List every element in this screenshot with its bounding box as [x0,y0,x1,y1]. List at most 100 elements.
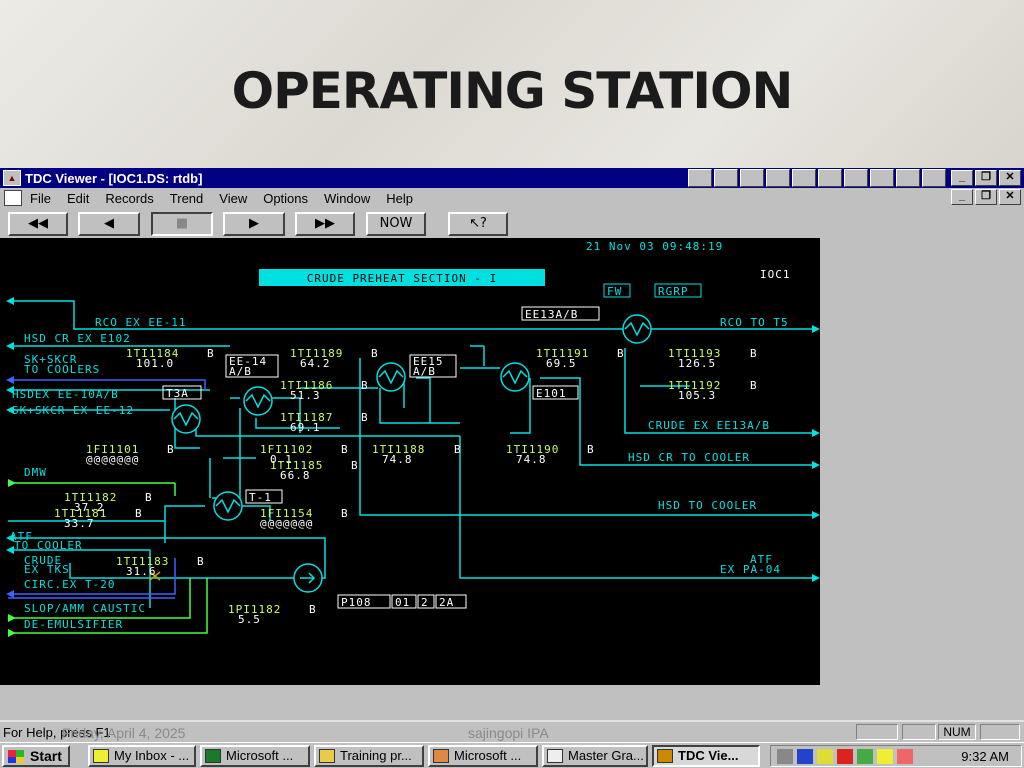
powerpoint-icon [433,749,449,763]
exchanger-t3a-icon [171,404,201,434]
doc-restore-button[interactable]: ❐ [975,189,997,205]
menu-view[interactable]: View [219,191,247,206]
task-powerpoint[interactable]: Microsoft ... [428,745,538,767]
note-icon[interactable] [877,749,893,764]
smiley-icon[interactable] [897,749,913,764]
calendar-icon[interactable] [870,169,894,187]
fw-button[interactable]: FW [607,285,622,298]
clock: 9:32 AM [961,749,1009,764]
now-button[interactable]: NOW [366,212,426,236]
folder-icon [319,749,335,763]
rgrp-button[interactable]: RGRP [658,285,689,298]
tag-mode: B [197,555,205,568]
task-excel[interactable]: Microsoft ... [200,745,310,767]
media-icon[interactable] [797,749,813,764]
help-cursor-button[interactable]: ↖? [448,212,508,236]
speaker-icon[interactable] [777,749,793,764]
stream-label: HSD CR EX E102 [24,332,131,345]
task-tdc-viewer[interactable]: TDC Vie... [652,745,760,767]
schematic-title: CRUDE PREHEAT SECTION - I [307,272,498,285]
pump-01-button[interactable]: 01 [395,596,410,609]
tag-value: @@@@@@@ [86,453,139,466]
stream-label: DE-EMULSIFIER [24,618,123,631]
play-button[interactable]: ▶ [223,212,285,236]
stream-label: HSDEX EE-10A/B [12,388,119,401]
exchanger-ee14-icon [243,386,273,416]
status-cell [856,724,898,740]
e101-button[interactable]: E101 [536,387,567,400]
n-icon[interactable] [837,749,853,764]
rewind-button[interactable]: ◀ [78,212,140,236]
window-titlebar[interactable]: ▲ TDC Viewer - [IOC1.DS: rtdb] _ ❐ ✕ [0,168,1024,188]
book-icon[interactable] [922,169,946,187]
status-cell [980,724,1020,740]
office-toolbar [688,169,946,187]
menu-edit[interactable]: Edit [67,191,89,206]
document-icon[interactable] [4,190,22,206]
restore-button[interactable]: ❐ [975,170,997,186]
display-icon[interactable] [896,169,920,187]
fast-forward-button[interactable]: ▶▶ [295,212,355,236]
network-icon[interactable] [857,749,873,764]
svg-text:A/B: A/B [229,365,252,378]
tag-readouts: 1TI1184 B 101.0 1TI1189 B 64.2 1TI1191 B… [54,347,758,626]
process-schematic: CRUDE PREHEAT SECTION - I 21 Nov 03 09:4… [0,238,820,685]
close-button[interactable]: ✕ [999,170,1021,186]
task-master[interactable]: Master Gra... [542,745,648,767]
menu-options[interactable]: Options [263,191,308,206]
menu-trend[interactable]: Trend [170,191,203,206]
stream-label: EX PA-04 [720,563,781,576]
tag-value: 69.1 [290,421,321,434]
stream-labels: RCO EX EE-11 HSD CR EX E102 SK+SKCR TO C… [10,316,789,631]
schematic-buttons: FW RGRP EE13A/B T3A E101 T-1 EE-14 A/B E… [162,283,702,609]
num-lock-indicator: NUM [938,724,976,740]
tag-mode: B [361,411,369,424]
slide-footer-date: Friday, April 4, 2025 [62,725,186,741]
svg-text:A/B: A/B [413,365,436,378]
word-icon[interactable] [714,169,738,187]
pump-2a-button[interactable]: 2A [439,596,454,609]
stream-label: RCO TO T5 [720,316,789,329]
ee13ab-button[interactable]: EE13A/B [525,308,578,321]
tag-mode: B [750,347,758,360]
exchanger-e101-icon [500,362,530,392]
doc-close-button[interactable]: ✕ [999,189,1021,205]
slide-title: OPERATING STATION [231,62,794,120]
document-icon [547,749,563,763]
doc-minimize-button[interactable]: _ [951,189,973,205]
tag-mode: B [617,347,625,360]
menu-records[interactable]: Records [105,191,153,206]
t3a-button[interactable]: T3A [166,387,189,400]
start-button[interactable]: Start [2,745,70,767]
exchanger-ee15-icon [376,362,406,392]
excel-icon[interactable] [740,169,764,187]
pump-p108-button[interactable]: P108 [341,596,372,609]
stream-label: EX TKS [24,563,70,576]
tag-mode: B [371,347,379,360]
monitor-icon[interactable] [818,169,842,187]
clock-icon[interactable] [792,169,816,187]
menu-help[interactable]: Help [386,191,413,206]
app-icon-red[interactable] [844,169,868,187]
minimize-button[interactable]: _ [951,170,973,186]
menu-window[interactable]: Window [324,191,370,206]
tag-value: 64.2 [300,357,331,370]
stream-label: TO COOLERS [24,363,100,376]
exchanger-ee13-icon [622,314,652,344]
stop-button[interactable]: ■ [151,212,213,236]
stream-label: CIRC.EX T-20 [24,578,115,591]
empty-area [820,238,1024,685]
powerpoint-icon[interactable] [766,169,790,187]
menu-file[interactable]: File [30,191,51,206]
pencil-icon[interactable] [817,749,833,764]
task-inbox[interactable]: My Inbox - ... [88,745,196,767]
pump-2-button[interactable]: 2 [421,596,429,609]
t1-button[interactable]: T-1 [249,491,272,504]
rewind-fast-button[interactable]: ◀◀ [8,212,68,236]
mail-icon[interactable] [688,169,712,187]
tag-mode: B [207,347,215,360]
tag-mode: B [587,443,595,456]
tag-value: 66.8 [280,469,311,482]
exchanger-t1-icon [213,491,243,521]
task-training[interactable]: Training pr... [314,745,424,767]
